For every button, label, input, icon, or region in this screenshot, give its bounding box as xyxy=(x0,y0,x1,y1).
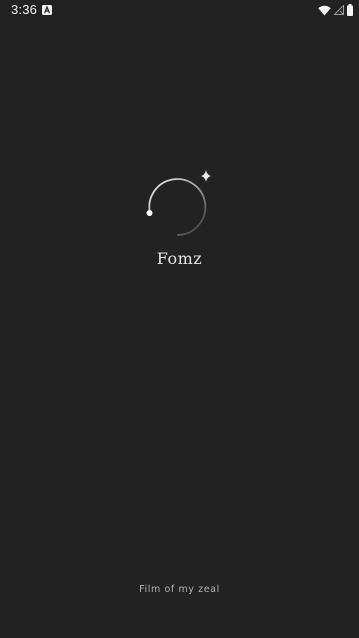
status-bar: 3:36 xyxy=(0,0,359,22)
status-icons xyxy=(318,4,353,16)
tagline: Film of my zeal xyxy=(139,584,220,595)
status-time: 3:36 xyxy=(11,2,38,17)
battery-icon xyxy=(347,4,353,16)
wifi-icon xyxy=(318,5,331,15)
app-name: Fomz xyxy=(156,249,203,268)
orbit-sparkle-icon xyxy=(146,170,211,236)
signal-icon xyxy=(334,5,344,15)
a-badge-icon xyxy=(42,5,52,15)
